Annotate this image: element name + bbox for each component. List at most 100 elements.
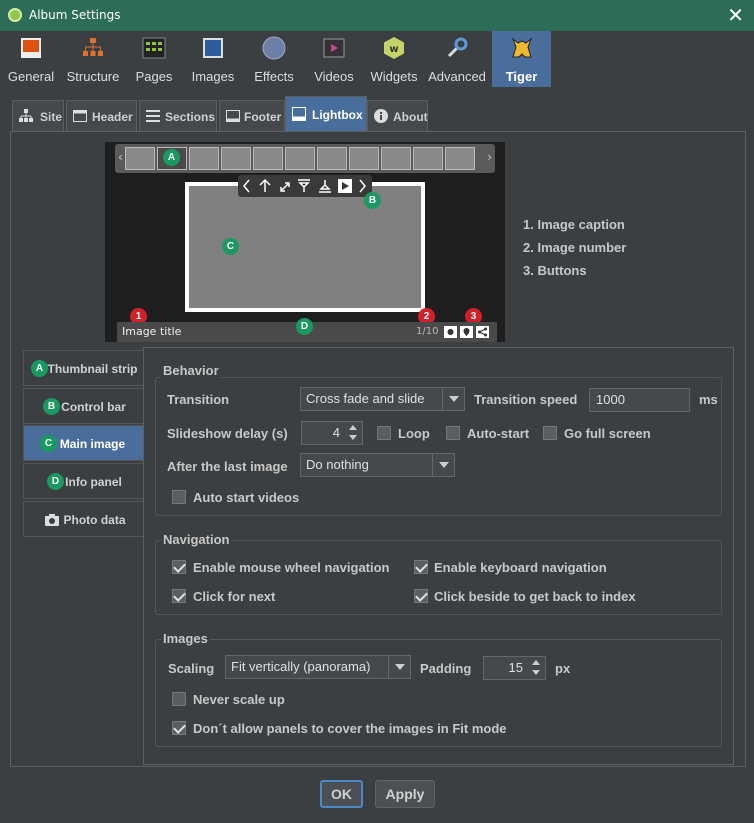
legend-item: 2. Image number [523,240,627,255]
tool-images[interactable]: Images [184,31,242,87]
tab-header[interactable]: Header [66,100,137,132]
loop-checkbox[interactable] [377,426,391,440]
chevron-down-icon [442,388,464,410]
side-tab-control-bar[interactable]: B Control bar [23,388,144,424]
strip-next-icon: › [487,150,492,164]
lightbox-icon [292,107,306,121]
app-logo-icon [8,8,22,22]
tool-advanced[interactable]: Advanced [424,31,490,87]
thumbnail [445,147,475,170]
tool-structure-label: Structure [66,69,120,84]
tool-tiger-label: Tiger [505,69,538,84]
images-title: Images [161,631,210,646]
scaling-select[interactable]: Fit vertically (panorama) [225,655,411,679]
tool-widgets-label: Widgets [370,69,418,84]
main-image [185,182,425,312]
apply-button[interactable]: Apply [375,780,435,808]
tab-footer[interactable]: Footer [219,100,285,132]
side-tab-label: Info panel [65,475,122,489]
loop-label: Loop [398,426,430,441]
after-last-image-select[interactable]: Do nothing [300,453,455,477]
side-tab-info-panel[interactable]: D Info panel [23,463,144,499]
thumbnail [285,147,315,170]
transition-speed-label: Transition speed [474,392,578,407]
sitemap-icon [19,109,33,122]
tab-site[interactable]: Site [12,100,64,132]
slideshow-delay-label: Slideshow delay (s) [167,426,288,441]
padding-value: 15 [508,660,523,675]
thumbnail [221,147,251,170]
tool-widgets[interactable]: w Widgets [364,31,424,87]
tab-header-label: Header [92,110,133,124]
tool-pages-label: Pages [135,69,173,84]
thumbnail [125,147,155,170]
badge-a: A [163,149,180,166]
click-beside-label: Click beside to get back to index [434,589,636,604]
autostart-label: Auto-start [467,426,530,441]
svg-text:w: w [389,44,398,55]
pages-icon [142,37,166,59]
ok-button[interactable]: OK [320,780,363,808]
click-next-label: Click for next [193,589,276,604]
badge-c: C [222,238,239,255]
autostart-videos-label: Auto start videos [193,490,300,505]
thumbnail [413,147,443,170]
stepper-down-icon[interactable] [527,668,545,679]
panels-cover-label: Don´t allow panels to cover the images i… [193,721,507,736]
keyboard-nav-label: Enable keyboard navigation [434,560,607,575]
tool-general[interactable]: General [2,31,60,87]
side-tab-label: Thumbnail strip [47,362,138,376]
autostart-checkbox[interactable] [446,426,460,440]
side-tab-main-image[interactable]: C Main image [23,425,144,461]
chevron-down-icon [432,454,454,476]
transition-speed-unit: ms [699,392,718,407]
thumbnail [317,147,347,170]
panels-cover-checkbox[interactable] [172,721,186,735]
title-bar: Album Settings ✕ [0,0,754,31]
never-scale-checkbox[interactable] [172,692,186,706]
tab-about[interactable]: About [367,100,428,132]
header-icon [73,110,87,122]
tab-sections[interactable]: Sections [139,100,217,132]
mouse-wheel-checkbox[interactable] [172,560,186,574]
sections-icon [146,110,160,122]
info-buttons-icons [444,326,489,338]
image-title: Image title [122,325,182,338]
side-tab-thumbnail-strip[interactable]: A Thumbnail strip [23,350,144,386]
mouse-wheel-label: Enable mouse wheel navigation [193,560,390,575]
autostart-videos-checkbox[interactable] [172,490,186,504]
fullscreen-label: Go full screen [564,426,651,441]
click-beside-checkbox[interactable] [414,589,428,603]
advanced-icon [447,37,468,58]
stepper-up-icon[interactable] [344,422,362,433]
tool-videos[interactable]: Videos [306,31,362,87]
fullscreen-checkbox[interactable] [543,426,557,440]
tool-advanced-label: Advanced [428,69,486,84]
tool-effects[interactable]: Effects [246,31,302,87]
tool-structure[interactable]: Structure [62,31,124,87]
transition-label: Transition [167,392,230,407]
tab-sections-label: Sections [165,110,216,124]
padding-unit: px [555,661,571,676]
tab-site-label: Site [40,110,63,124]
padding-stepper[interactable]: 15 [483,656,546,680]
tab-lightbox[interactable]: Lightbox [285,96,367,132]
thumbnail [349,147,379,170]
transition-speed-field[interactable]: 1000 [589,388,690,412]
stepper-down-icon[interactable] [344,433,362,444]
tool-pages[interactable]: Pages [126,31,182,87]
click-next-checkbox[interactable] [172,589,186,603]
transition-select[interactable]: Cross fade and slide [300,387,465,411]
keyboard-nav-checkbox[interactable] [414,560,428,574]
side-tab-photo-data[interactable]: Photo data [23,501,144,537]
tool-tiger[interactable]: Tiger [492,31,551,87]
effects-icon [262,36,286,60]
main-toolbar: General Structure Pages Images Effects V… [0,31,754,87]
general-icon [21,38,41,58]
tab-footer-label: Footer [244,110,282,124]
close-icon[interactable]: ✕ [727,3,744,27]
slideshow-delay-stepper[interactable]: 4 [301,421,363,445]
subtab-bar: Site Header Sections Footer Lightbox Abo… [10,96,746,132]
preview-legend: 1. Image caption 2. Image number 3. Butt… [523,213,626,282]
stepper-up-icon[interactable] [527,657,545,668]
